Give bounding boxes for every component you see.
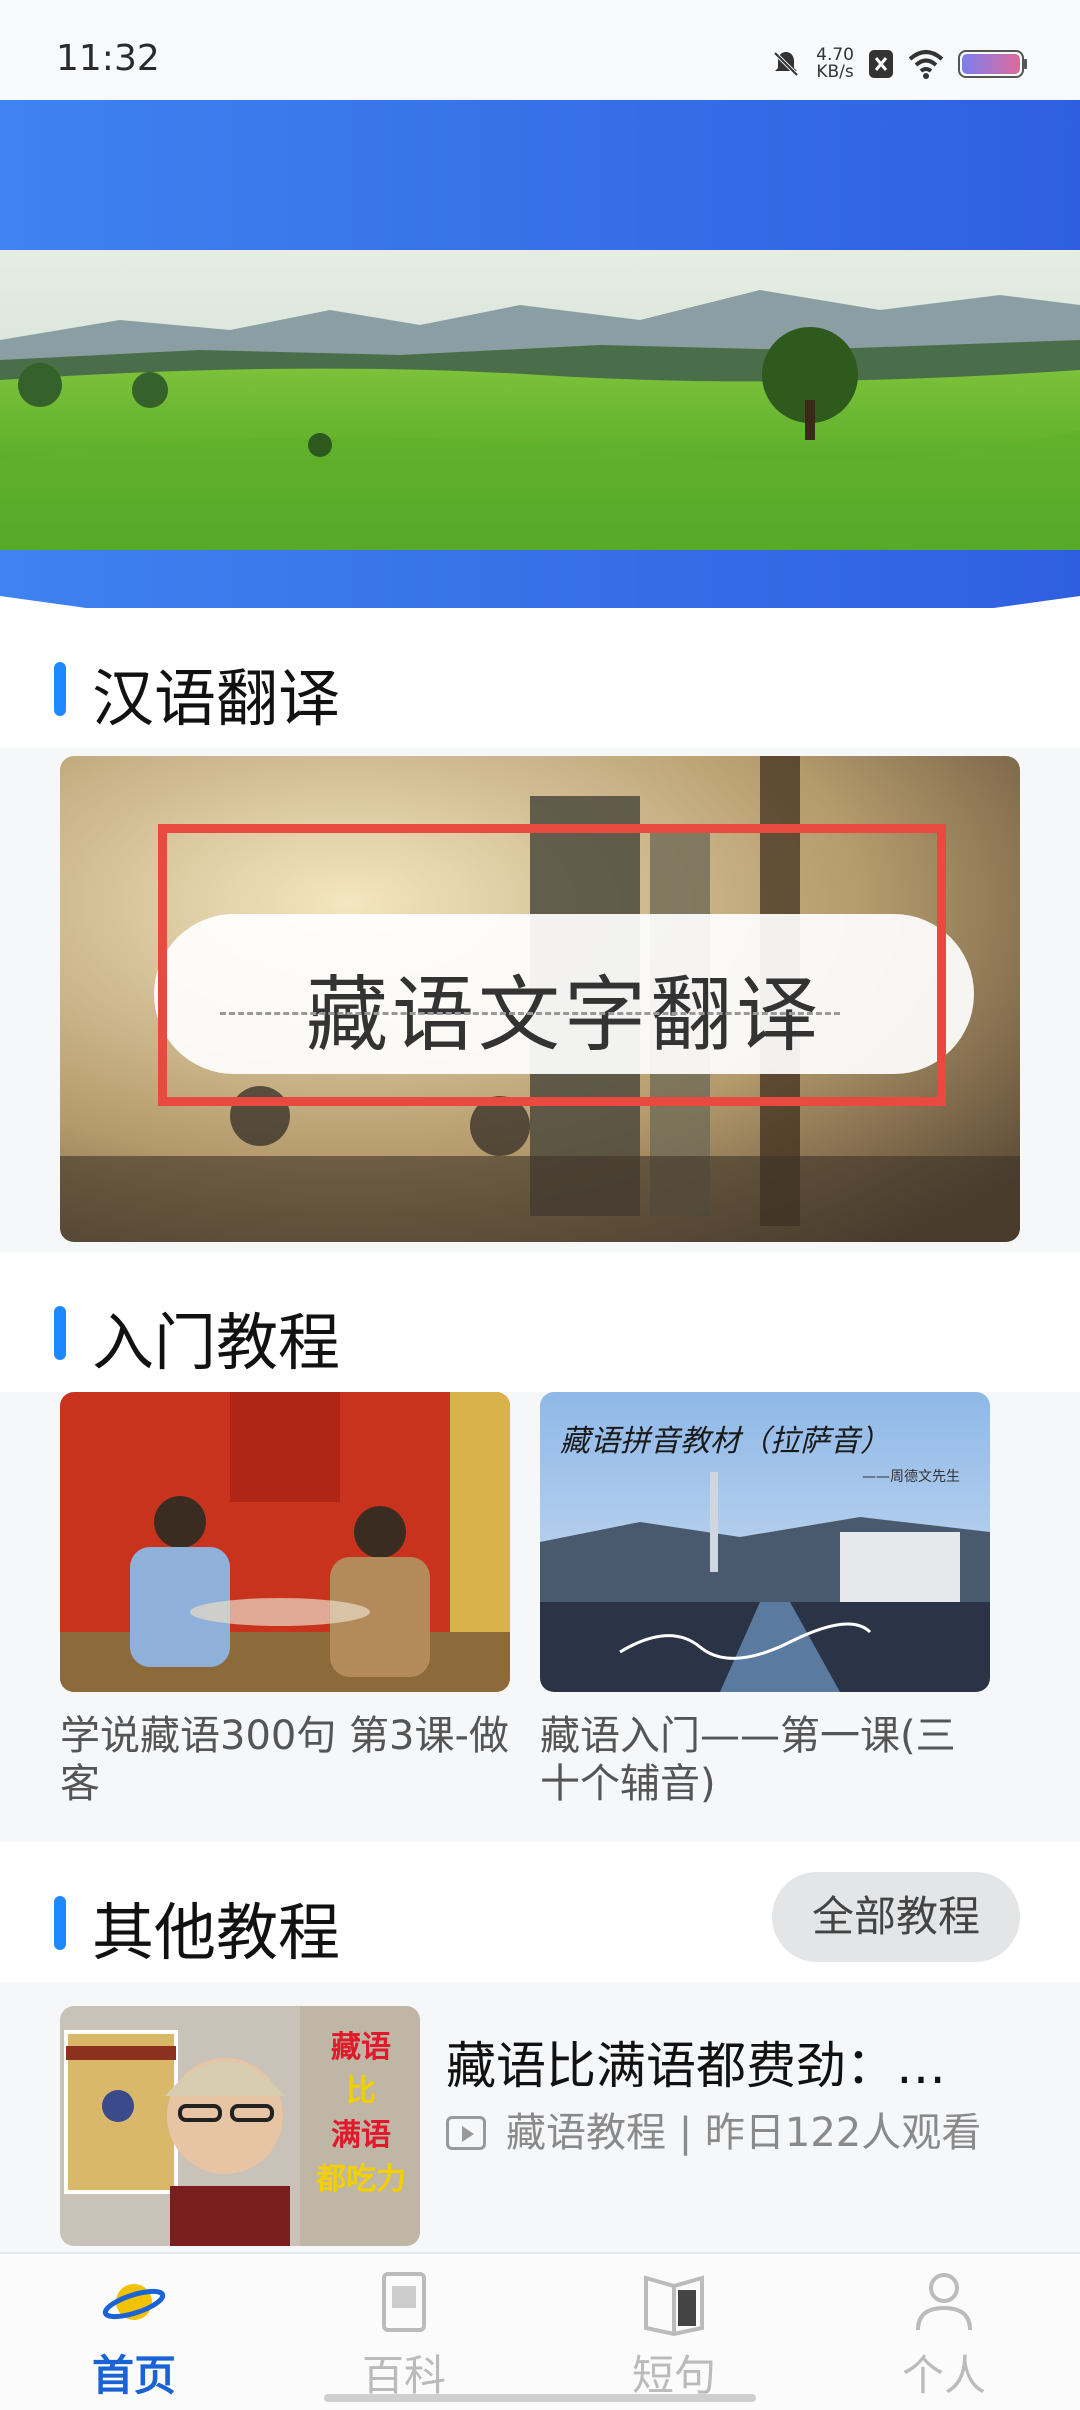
bell-off-icon xyxy=(773,51,799,77)
section-accent-bar xyxy=(54,662,66,716)
status-icons: 4.70 KB/s xyxy=(770,44,1028,84)
network-speed-unit: KB/s xyxy=(816,62,854,82)
list-item-meta: 藏语教程 | 昨日122人观看 xyxy=(446,2108,1006,2158)
thumbnail-text-line: 比 xyxy=(346,2074,376,2109)
wifi-icon xyxy=(908,50,944,79)
tutorial-title: 学说藏语300句 第3课-做客 xyxy=(60,1713,509,1807)
banner-image xyxy=(0,250,1080,550)
tibetan-translation-card[interactable]: 藏语文字翻译 xyxy=(60,756,1020,1242)
intro-tutorials: 学说藏语300句 第3课-做客 藏语拼音教材（拉萨音） ——周德文先生 藏语入门… xyxy=(0,1392,1080,1832)
open-book-icon xyxy=(634,2264,714,2340)
thumbnail-text-line: 满语 xyxy=(331,2118,391,2153)
status-bar: 11:32 4.70 KB/s xyxy=(0,0,1080,100)
list-item-title: 藏语比满语都费劲：… xyxy=(446,2037,946,2095)
tutorial-card[interactable]: 藏语拼音教材（拉萨音） ——周德文先生 藏语入门——第一课(三十个辅音) xyxy=(540,1392,990,1808)
home-indicator[interactable] xyxy=(324,2394,756,2402)
nav-wiki[interactable]: 百科 xyxy=(304,2264,504,2403)
thumbnail-text-line: 都吃力 xyxy=(316,2162,406,2197)
section-title-intro: 入门教程 xyxy=(92,1306,341,1379)
tutorial-thumbnail: 藏语拼音教材（拉萨音） ——周德文先生 xyxy=(540,1392,990,1692)
list-item[interactable]: 藏语 比 满语 都吃力 藏语比满语都费劲：… 藏语教程 | 昨日122人观看 xyxy=(0,1982,1080,2250)
highlight-frame xyxy=(158,824,946,1106)
section-title-translation: 汉语翻译 xyxy=(92,662,341,735)
section-header-other: 其他教程 全部教程 xyxy=(0,1842,1080,1982)
section-header-intro: 入门教程 xyxy=(0,1252,1080,1392)
meta-separator: | xyxy=(666,2110,705,2156)
all-tutorials-button[interactable]: 全部教程 xyxy=(772,1872,1020,1962)
sim-off-icon xyxy=(869,50,893,78)
thumbnail-text-stack: 藏语 比 满语 都吃力 xyxy=(306,2026,416,2202)
tutorial-thumbnail xyxy=(60,1392,510,1692)
banner-carousel[interactable] xyxy=(0,100,1080,608)
book-icon xyxy=(364,2264,444,2340)
nav-home[interactable]: 首页 xyxy=(34,2264,234,2403)
nav-me[interactable]: 个人 xyxy=(844,2264,1044,2403)
thumbnail-text-line: 藏语 xyxy=(331,2030,391,2065)
list-item-thumbnail: 藏语 比 满语 都吃力 xyxy=(60,2006,420,2246)
nav-phrases[interactable]: 短句 xyxy=(574,2264,774,2403)
person-icon xyxy=(904,2264,984,2340)
play-icon xyxy=(446,2116,486,2150)
nav-home-label: 首页 xyxy=(91,2351,176,2400)
status-time: 11:32 xyxy=(56,38,160,79)
section-accent-bar xyxy=(54,1306,66,1360)
section-header-translation: 汉语翻译 xyxy=(0,608,1080,748)
tutorial-title: 藏语入门——第一课(三十个辅音) xyxy=(540,1713,956,1807)
nav-me-label: 个人 xyxy=(901,2351,986,2400)
network-speed: 4.70 KB/s xyxy=(816,47,854,81)
bottom-navigation: 首页 百科 短句 个人 xyxy=(0,2252,1080,2410)
list-item-category: 藏语教程 xyxy=(506,2110,666,2156)
thumbnail-caption: 藏语拼音教材（拉萨音） xyxy=(560,1424,890,1459)
planet-icon xyxy=(94,2264,174,2340)
battery-icon xyxy=(958,50,1027,78)
list-item-views: 昨日122人观看 xyxy=(704,2110,982,2156)
thumbnail-subcaption: ——周德文先生 xyxy=(862,1469,960,1485)
section-title-other: 其他教程 xyxy=(92,1896,341,1969)
section-accent-bar xyxy=(54,1896,66,1950)
tutorial-card[interactable]: 学说藏语300句 第3课-做客 xyxy=(60,1392,510,1808)
